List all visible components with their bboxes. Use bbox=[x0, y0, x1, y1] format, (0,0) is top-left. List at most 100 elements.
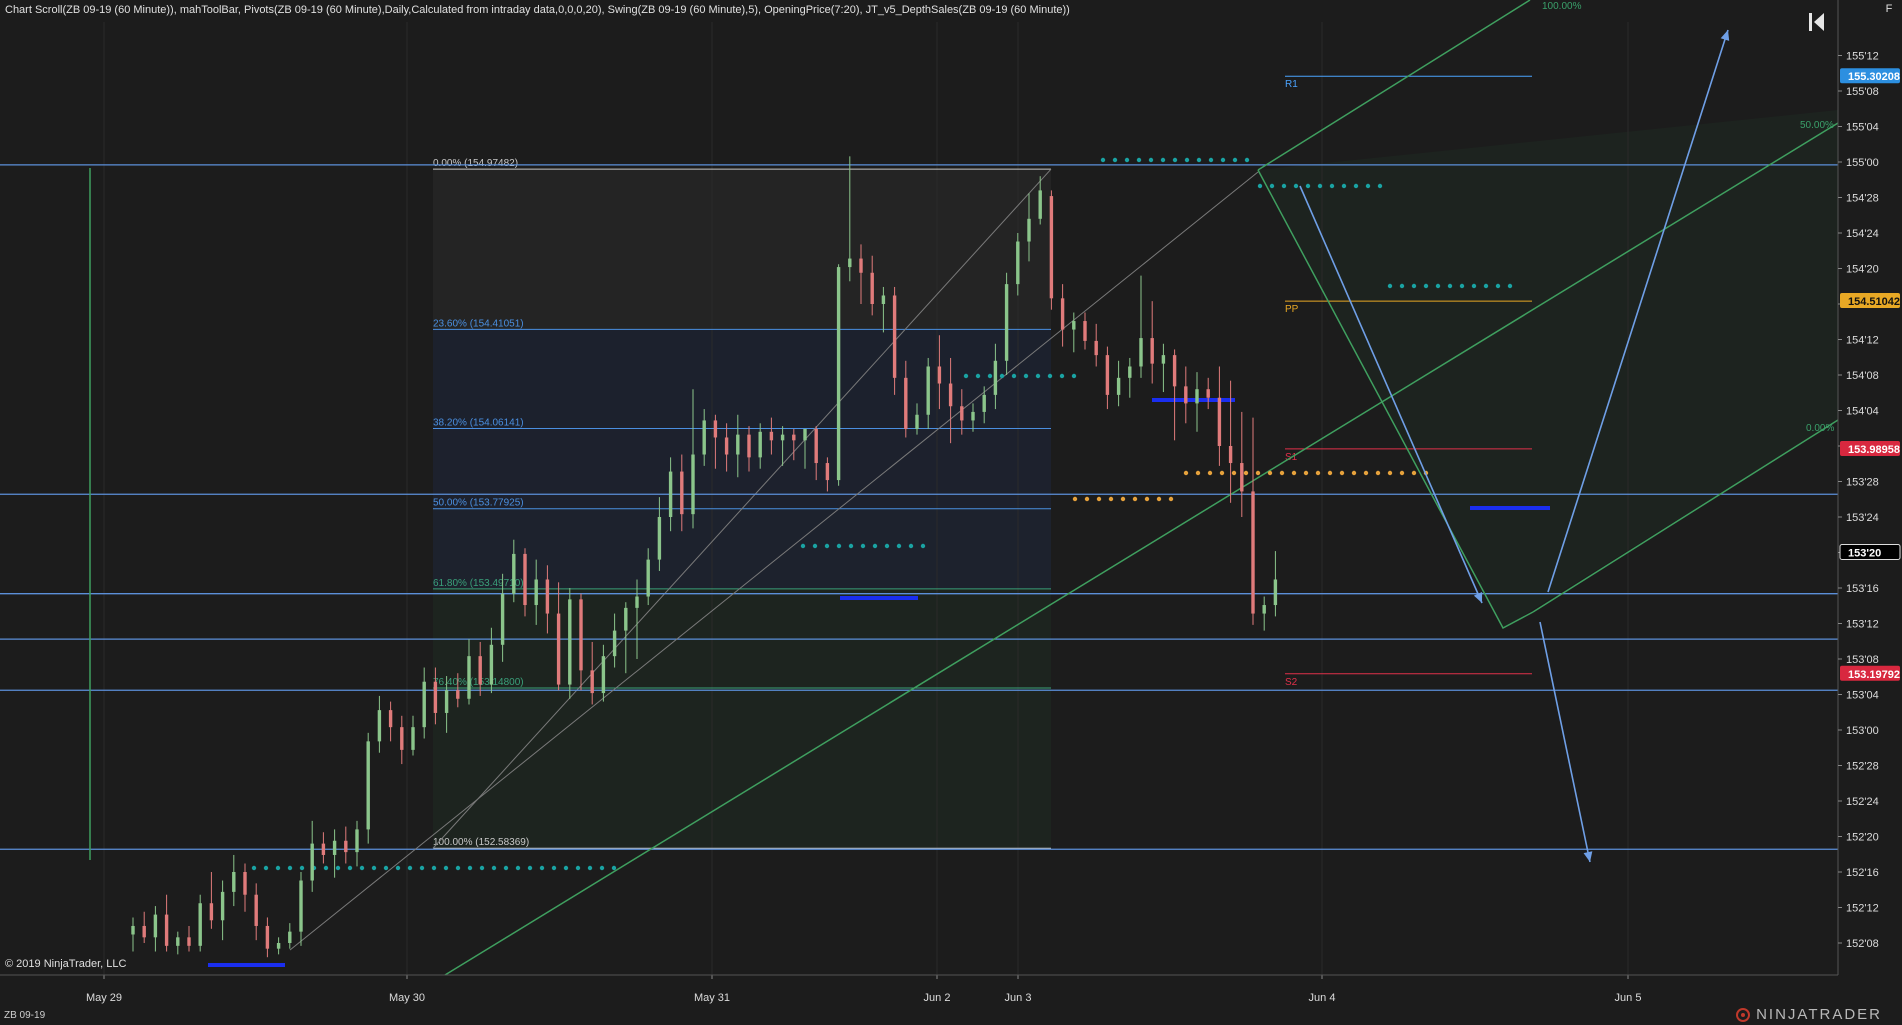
price-axis-label: 152'16 bbox=[1846, 867, 1879, 879]
candle-body bbox=[377, 710, 382, 742]
price-axis-label: 153'16 bbox=[1846, 583, 1879, 595]
dotted-level-dot bbox=[359, 865, 365, 871]
dotted-level-dot bbox=[503, 865, 509, 871]
dotted-level-dot bbox=[275, 865, 281, 871]
candle-body bbox=[321, 843, 326, 855]
ninjatrader-logo-icon bbox=[1736, 1007, 1751, 1022]
dotted-level-dot bbox=[836, 543, 842, 549]
dotted-level-dot bbox=[1208, 157, 1214, 163]
candle-body bbox=[915, 414, 919, 429]
dotted-level-dot bbox=[1317, 183, 1323, 189]
price-axis-label: 153'28 bbox=[1846, 477, 1879, 489]
dotted-level-dot bbox=[1329, 183, 1335, 189]
price-axis-label: 154'24 bbox=[1846, 228, 1879, 240]
candle-body bbox=[601, 656, 606, 694]
candle-body bbox=[411, 727, 415, 750]
dotted-level-dot bbox=[1291, 470, 1297, 476]
candle-body bbox=[1038, 190, 1042, 219]
candle-body bbox=[1273, 579, 1278, 606]
dotted-level-dot bbox=[908, 543, 914, 549]
price-marker-label: 155.30208 bbox=[1848, 71, 1900, 83]
dotted-level-dot bbox=[1377, 183, 1383, 189]
dotted-level-dot bbox=[1023, 373, 1029, 379]
dotted-level-dot bbox=[1387, 283, 1393, 289]
candle-body bbox=[937, 366, 942, 384]
dotted-level-dot bbox=[455, 865, 461, 871]
candle-body bbox=[456, 690, 460, 699]
price-axis-label: 153'12 bbox=[1846, 619, 1879, 631]
price-marker-label: 153'20 bbox=[1848, 548, 1881, 560]
dotted-level-dot bbox=[1303, 470, 1309, 476]
dotted-level-dot bbox=[1399, 470, 1405, 476]
price-axis-label: 154'28 bbox=[1846, 193, 1879, 205]
candle-body bbox=[870, 272, 874, 304]
candle-body bbox=[792, 434, 796, 441]
candle-body bbox=[713, 420, 718, 438]
dotted-level-dot bbox=[599, 865, 605, 871]
dotted-level-dot bbox=[1341, 183, 1347, 189]
dotted-level-dot bbox=[1411, 470, 1417, 476]
dotted-level-dot bbox=[963, 373, 969, 379]
dotted-level-dot bbox=[1365, 183, 1371, 189]
dotted-level-dot bbox=[800, 543, 806, 549]
dotted-level-dot bbox=[1072, 496, 1078, 502]
dotted-level-dot bbox=[491, 865, 497, 871]
candle-body bbox=[299, 880, 303, 932]
dotted-level-dot bbox=[1112, 157, 1118, 163]
fib-level-label: 61.80% (153.49710) bbox=[433, 578, 524, 589]
candle-body bbox=[243, 872, 247, 895]
dotted-level-dot bbox=[999, 373, 1005, 379]
dotted-level-dot bbox=[812, 543, 818, 549]
candle-body bbox=[736, 434, 740, 455]
scroll-to-start-icon[interactable] bbox=[1808, 12, 1826, 32]
dotted-level-dot bbox=[1255, 470, 1261, 476]
dotted-level-dot bbox=[1353, 183, 1359, 189]
candle-body bbox=[814, 428, 818, 464]
candle-body bbox=[948, 383, 953, 407]
time-axis-label: Jun 5 bbox=[1615, 992, 1642, 1004]
candle-body bbox=[1228, 446, 1233, 464]
candle-body bbox=[1139, 338, 1143, 367]
dotted-level-dot bbox=[1375, 470, 1381, 476]
candle-body bbox=[545, 579, 550, 614]
dotted-level-dot bbox=[371, 865, 377, 871]
dotted-level-dot bbox=[884, 543, 890, 549]
price-axis-label: 153'04 bbox=[1846, 690, 1879, 702]
dotted-level-dot bbox=[383, 865, 389, 871]
dotted-level-dot bbox=[1183, 470, 1189, 476]
candle-body bbox=[1206, 389, 1210, 398]
f-button[interactable]: F bbox=[1882, 2, 1896, 16]
candle-body bbox=[904, 377, 908, 429]
dotted-level-dot bbox=[1267, 470, 1273, 476]
price-axis-label: 152'24 bbox=[1846, 796, 1879, 808]
dotted-level-dot bbox=[1339, 470, 1345, 476]
dotted-level-dot bbox=[611, 865, 617, 871]
dotted-level-dot bbox=[287, 865, 293, 871]
dotted-level-dot bbox=[551, 865, 557, 871]
candle-body bbox=[1240, 463, 1244, 492]
candle-body bbox=[355, 829, 359, 853]
dotted-level-dot bbox=[299, 865, 305, 871]
price-axis-label: 152'28 bbox=[1846, 761, 1879, 773]
dotted-level-dot bbox=[920, 543, 926, 549]
dotted-level-dot bbox=[1047, 373, 1053, 379]
candle-body bbox=[198, 903, 202, 946]
price-axis-label: 153'08 bbox=[1846, 654, 1879, 666]
candle-body bbox=[1060, 298, 1065, 330]
price-chart[interactable]: 0.00% (154.97482) 23.60% (154.41051) 38.20… bbox=[0, 0, 1902, 1025]
candle-body bbox=[366, 741, 370, 830]
price-axis-label: 153'00 bbox=[1846, 725, 1879, 737]
candle-body bbox=[176, 937, 180, 946]
candle-body bbox=[388, 710, 393, 728]
dotted-level-dot bbox=[263, 865, 269, 871]
candle-body bbox=[209, 903, 214, 921]
fib-level-label: 38.20% (154.06141) bbox=[433, 418, 524, 429]
candle-body bbox=[500, 593, 505, 645]
fib-zone-band bbox=[433, 329, 1051, 429]
candle-body bbox=[1083, 321, 1087, 341]
dotted-level-dot bbox=[1507, 283, 1513, 289]
price-axis-label: 154'08 bbox=[1846, 370, 1879, 382]
dotted-level-dot bbox=[1495, 283, 1501, 289]
candle-body bbox=[422, 681, 426, 728]
candle-body bbox=[971, 411, 975, 421]
